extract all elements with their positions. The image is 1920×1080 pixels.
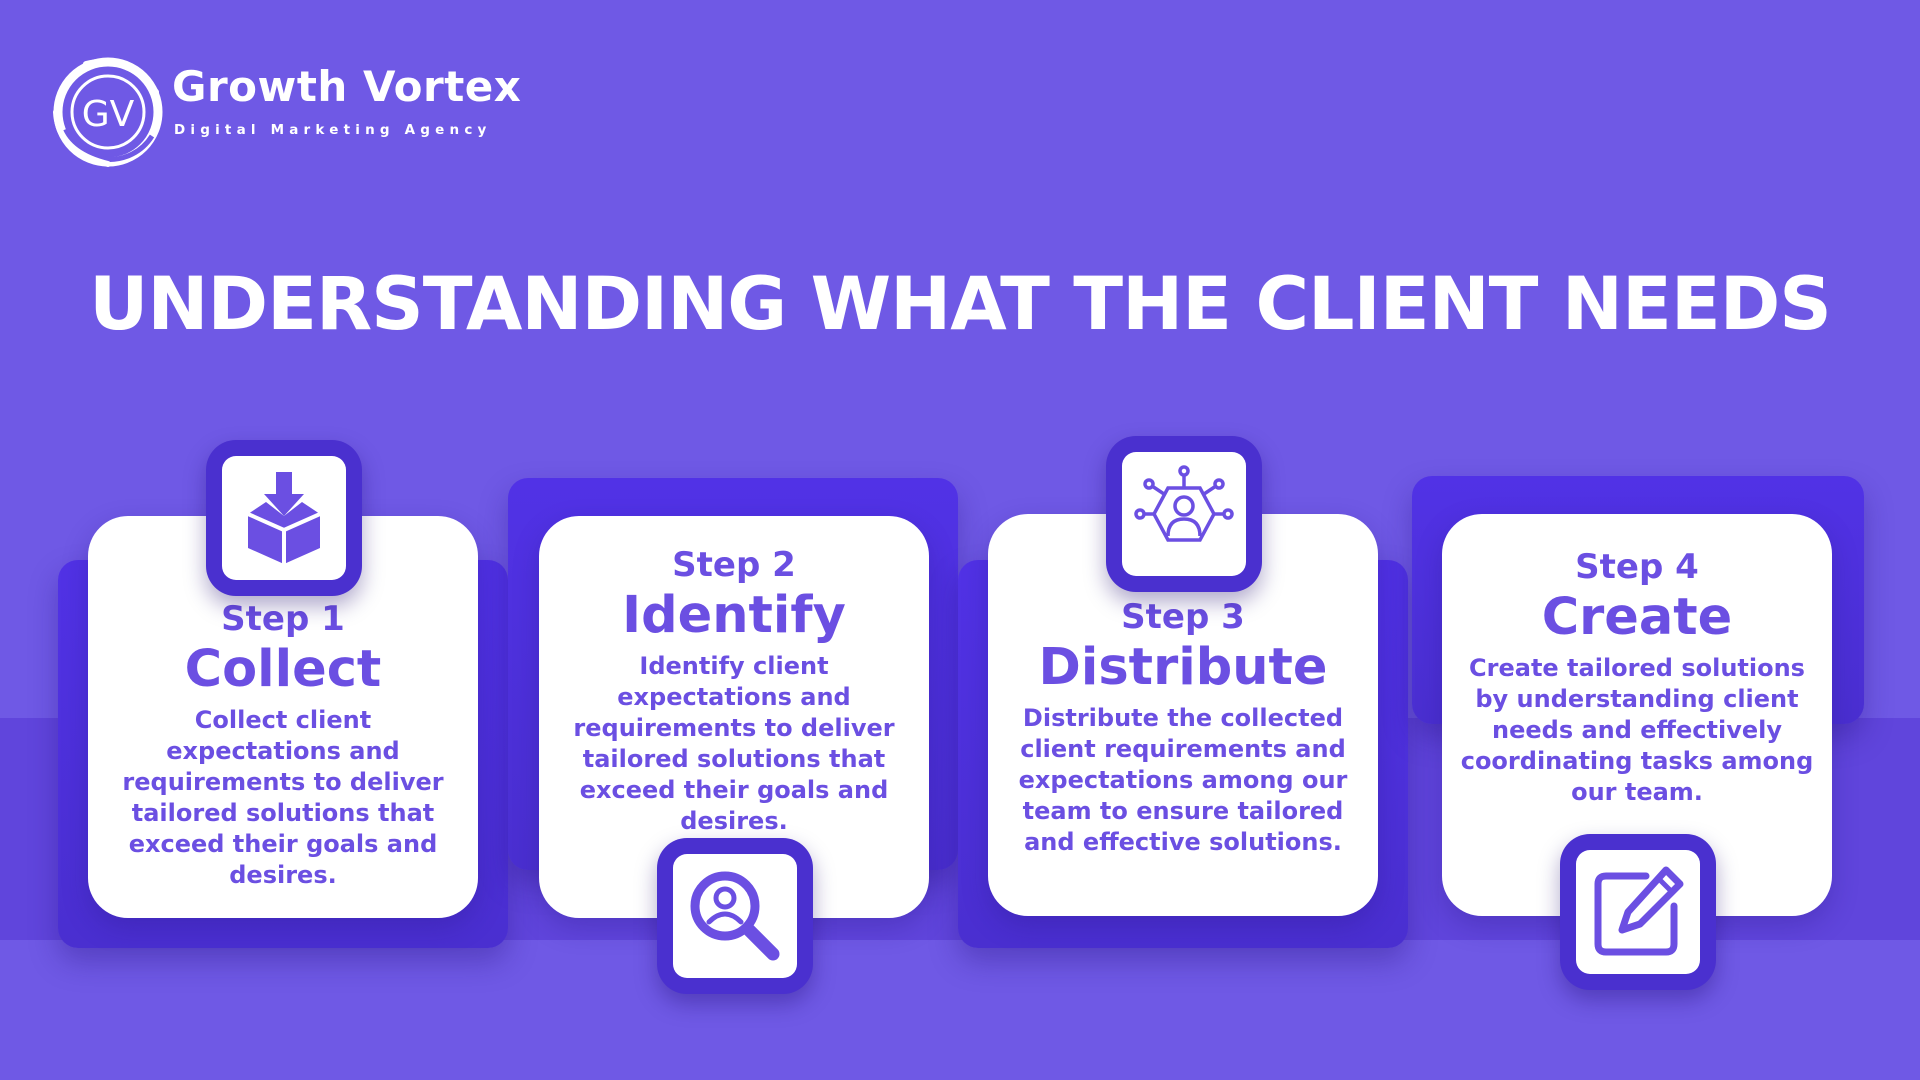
step-3-label: Step 3	[1121, 597, 1245, 637]
logo-monogram: GV	[82, 94, 135, 135]
step-2-description: Identify client expectations and require…	[573, 651, 895, 835]
step-2-name: Identify	[622, 585, 846, 645]
user-network-icon	[1134, 465, 1234, 542]
step-4-icon-tile	[1560, 834, 1716, 990]
step-2-icon-tile	[657, 838, 813, 994]
step-1-label: Step 1	[221, 599, 345, 639]
brand-tagline: Digital Marketing Agency	[174, 122, 492, 138]
step-2-label: Step 2	[672, 545, 796, 585]
edit-pencil-icon	[1594, 866, 1684, 956]
download-box-icon	[247, 472, 321, 564]
step-1-name: Collect	[184, 639, 382, 699]
step-3-icon-tile	[1106, 436, 1262, 592]
step-3-name: Distribute	[1038, 637, 1328, 697]
step-1-description: Collect client expectations and requirem…	[122, 705, 444, 889]
step-1-icon-tile	[206, 440, 362, 596]
step-4-description: Create tailored solutions by understandi…	[1460, 653, 1814, 806]
step-4-name: Create	[1541, 587, 1733, 647]
brand-logo: GV Growth Vortex Digital Marketing Agenc…	[48, 52, 521, 172]
growth-vortex-logo-icon: GV	[53, 57, 163, 167]
user-search-icon	[690, 871, 780, 961]
brand-name: Growth Vortex	[172, 62, 522, 111]
step-3-description: Distribute the collected client requirem…	[1018, 703, 1348, 856]
page-title: UNDERSTANDING WHAT THE CLIENT NEEDS	[89, 262, 1832, 347]
step-4-label: Step 4	[1575, 547, 1699, 587]
